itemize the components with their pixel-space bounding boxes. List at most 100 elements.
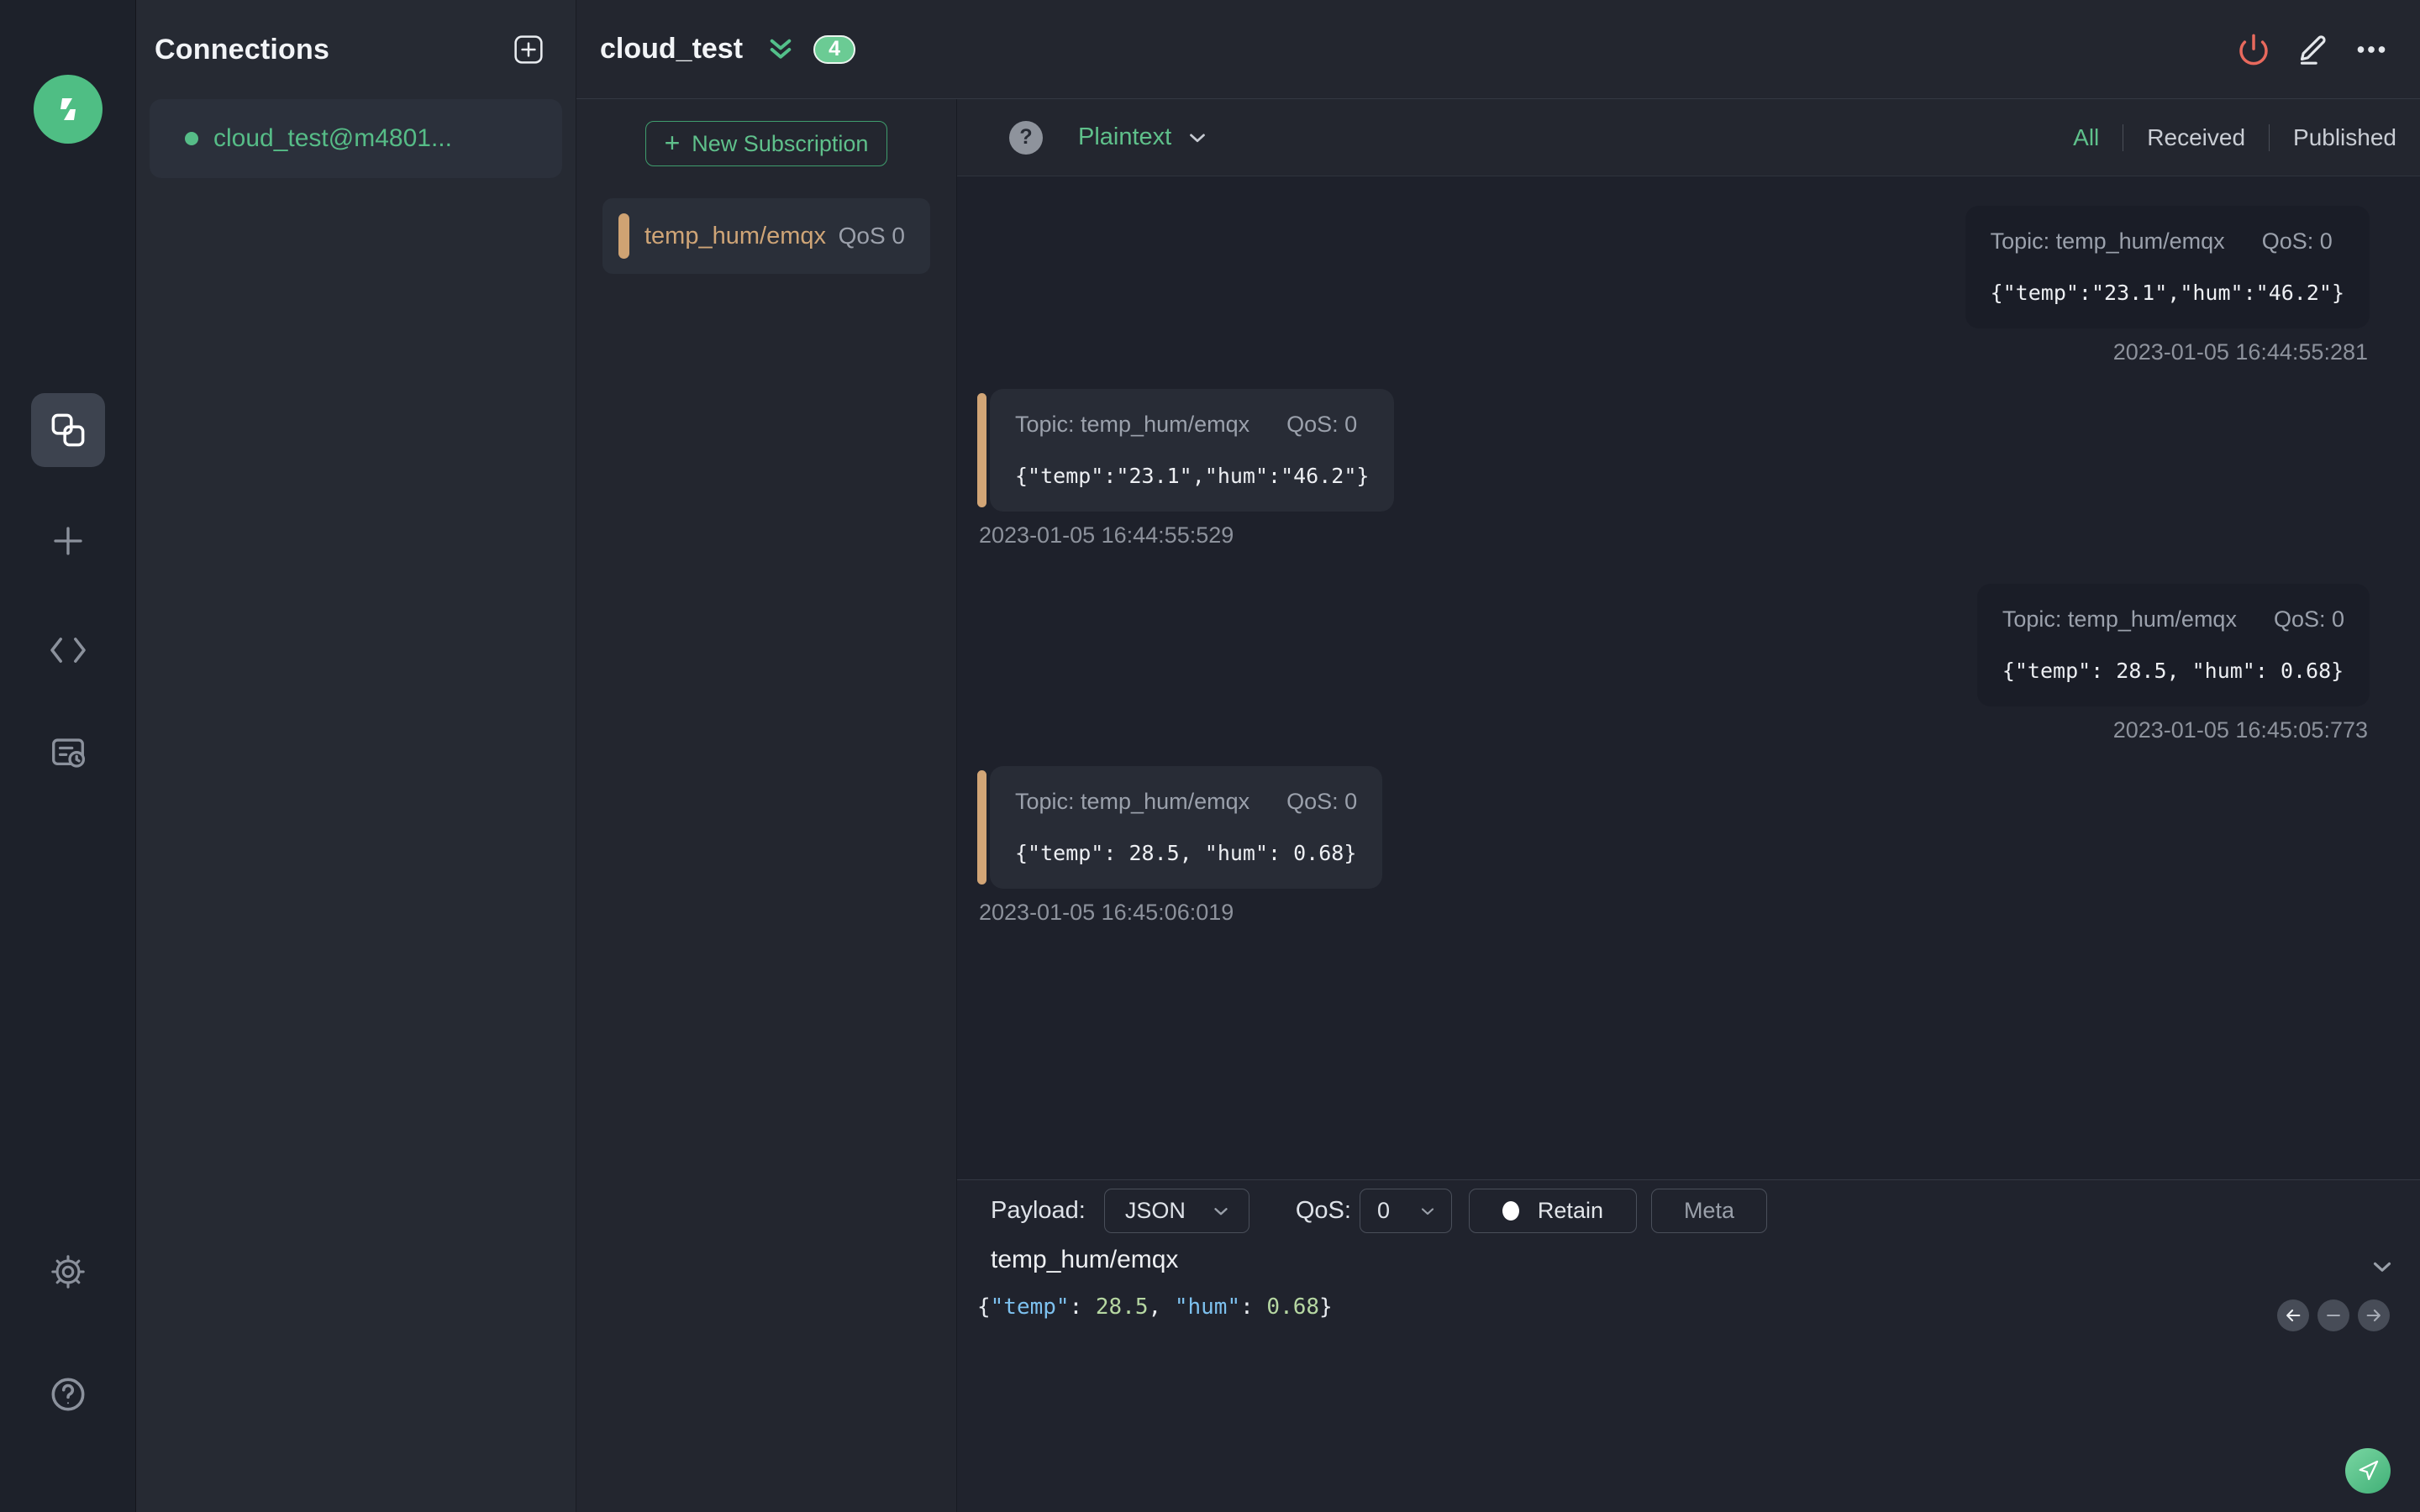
disconnect-button[interactable] [2235, 31, 2272, 68]
message-qos: QoS: 0 [2261, 228, 2333, 254]
history-nav [2277, 1299, 2390, 1331]
chevron-down-icon [2368, 1252, 2396, 1281]
minus-icon [2324, 1306, 2343, 1325]
plus-icon: + [664, 127, 681, 158]
message-filter-bar: ? Plaintext All Received Published [957, 99, 2420, 176]
subscription-topic: temp_hum/emqx [644, 222, 826, 249]
message-received: Topic: temp_hum/emqx QoS: 0 {"temp":"23.… [977, 389, 1395, 549]
sidebar-item-new-connection[interactable] [31, 504, 105, 578]
subscriptions-panel: + New Subscription temp_hum/emqx QoS 0 [576, 99, 957, 1512]
header-actions [2235, 31, 2390, 68]
payload-format-select[interactable]: JSON [1103, 1189, 1249, 1233]
sidebar-item-script[interactable] [31, 613, 105, 687]
publish-panel: Payload: JSON QoS: 0 Retain Meta temp_hu… [957, 1179, 2420, 1512]
pencil-icon [2296, 33, 2329, 66]
double-chevron-down-icon[interactable] [765, 34, 797, 66]
message-topic: Topic: temp_hum/emqx [1015, 412, 1250, 437]
log-icon [50, 734, 87, 771]
tab-divider [2269, 123, 2270, 151]
plus-icon [51, 524, 85, 558]
subscription-item[interactable]: temp_hum/emqx QoS 0 [602, 198, 930, 274]
send-button[interactable] [2345, 1448, 2391, 1494]
tab-all[interactable]: All [2073, 124, 2099, 151]
edit-connection-button[interactable] [2294, 31, 2331, 68]
payload-format-dropdown[interactable]: Plaintext [1078, 123, 1210, 151]
tab-published[interactable]: Published [2293, 124, 2396, 151]
history-back-button[interactable] [2277, 1299, 2309, 1331]
message-qos: QoS: 0 [1286, 412, 1358, 437]
message-topic: Topic: temp_hum/emqx [1990, 228, 2225, 254]
topic-input[interactable]: temp_hum/emqx [991, 1246, 2344, 1274]
connections-title: Connections [155, 33, 330, 66]
message-timestamp: 2023-01-05 16:44:55:529 [979, 522, 1234, 548]
settings-button[interactable] [31, 1235, 105, 1309]
subscription-color-bar [618, 213, 629, 259]
arrow-left-icon [2284, 1306, 2302, 1325]
payload-format-value: Plaintext [1078, 123, 1172, 150]
sidebar-item-connections[interactable] [31, 393, 105, 467]
history-forward-button[interactable] [2358, 1299, 2390, 1331]
meta-button[interactable]: Meta [1650, 1189, 1767, 1233]
main-region: cloud_test 4 + New Subscription temp_hum… [576, 0, 2420, 1512]
message-card: Topic: temp_hum/emqx QoS: 0 {"temp":"23.… [1965, 206, 2370, 328]
message-card: Topic: temp_hum/emqx QoS: 0 {"temp":"23.… [990, 389, 1395, 512]
message-received: Topic: temp_hum/emqx QoS: 0 {"temp": 28.… [977, 766, 1383, 926]
message-card: Topic: temp_hum/emqx QoS: 0 {"temp": 28.… [990, 766, 1383, 889]
message-topic: Topic: temp_hum/emqx [2002, 606, 2237, 632]
retain-dot-icon [1502, 1201, 1519, 1221]
connection-header-bar: cloud_test 4 [576, 0, 2420, 99]
mqttx-app: Connections cloud_test@m4801... cloud_te… [0, 0, 2420, 1512]
chevron-down-icon [1418, 1201, 1438, 1221]
tab-received[interactable]: Received [2147, 124, 2245, 151]
connections-header: Connections [136, 0, 576, 99]
message-payload: {"temp":"23.1","hum":"46.2"} [1015, 464, 1370, 488]
payload-label: Payload: [991, 1197, 1086, 1224]
message-list: Topic: temp_hum/emqx QoS: 0 {"temp":"23.… [957, 176, 2420, 1179]
content: + New Subscription temp_hum/emqx QoS 0 ?… [576, 99, 2420, 1512]
topic-color-bar [977, 393, 986, 507]
message-timestamp: 2023-01-05 16:45:05:773 [2112, 717, 2368, 743]
message-count-badge: 4 [813, 34, 856, 64]
gear-icon [49, 1252, 87, 1291]
connection-item[interactable]: cloud_test@m4801... [150, 99, 562, 178]
message-topic: Topic: temp_hum/emqx [1015, 789, 1250, 814]
format-help-icon[interactable]: ? [1009, 120, 1043, 155]
new-subscription-button[interactable]: + New Subscription [645, 121, 887, 166]
more-options-button[interactable] [2353, 31, 2390, 68]
connection-status-dot [185, 132, 198, 145]
power-icon [2237, 33, 2270, 66]
qos-label: QoS: [1295, 1197, 1351, 1224]
retain-toggle[interactable]: Retain [1468, 1189, 1637, 1233]
app-sidebar [0, 0, 136, 1512]
collapse-editor-button[interactable] [2368, 1252, 2396, 1281]
qos-selected: 0 [1376, 1198, 1390, 1223]
message-payload: {"temp": 28.5, "hum": 0.68} [1015, 841, 1357, 865]
message-card: Topic: temp_hum/emqx QoS: 0 {"temp": 28.… [1976, 584, 2370, 706]
message-timestamp: 2023-01-05 16:45:06:019 [979, 900, 1234, 925]
sidebar-item-log[interactable] [31, 716, 105, 790]
code-icon [50, 634, 87, 666]
chevron-down-icon [1210, 1200, 1232, 1222]
plus-square-icon [513, 34, 544, 65]
publish-controls: Payload: JSON QoS: 0 Retain Meta [991, 1189, 2386, 1233]
message-published: Topic: temp_hum/emqx QoS: 0 {"temp": 28.… [1976, 584, 2370, 743]
payload-editor[interactable]: {"temp": 28.5, "hum": 0.68} [977, 1294, 1333, 1320]
help-button[interactable] [31, 1357, 105, 1431]
chevron-down-icon [1185, 125, 1210, 150]
mqttx-logo-icon [34, 75, 103, 144]
history-clear-button[interactable] [2317, 1299, 2349, 1331]
retain-label: Retain [1537, 1198, 1603, 1223]
qos-select[interactable]: 0 [1359, 1189, 1452, 1233]
connections-panel: Connections cloud_test@m4801... [136, 0, 576, 1512]
page-title: cloud_test [600, 33, 744, 65]
arrow-right-icon [2365, 1306, 2383, 1325]
message-qos: QoS: 0 [2273, 606, 2344, 632]
ellipsis-icon [2354, 33, 2388, 66]
message-published: Topic: temp_hum/emqx QoS: 0 {"temp":"23.… [1965, 206, 2370, 365]
connections-icon [49, 411, 87, 449]
message-timestamp: 2023-01-05 16:44:55:281 [2112, 339, 2368, 365]
message-direction-tabs: All Received Published [2073, 123, 2396, 151]
message-payload: {"temp":"23.1","hum":"46.2"} [1990, 281, 2344, 305]
add-connection-button[interactable] [512, 33, 545, 66]
new-subscription-label: New Subscription [692, 130, 869, 156]
